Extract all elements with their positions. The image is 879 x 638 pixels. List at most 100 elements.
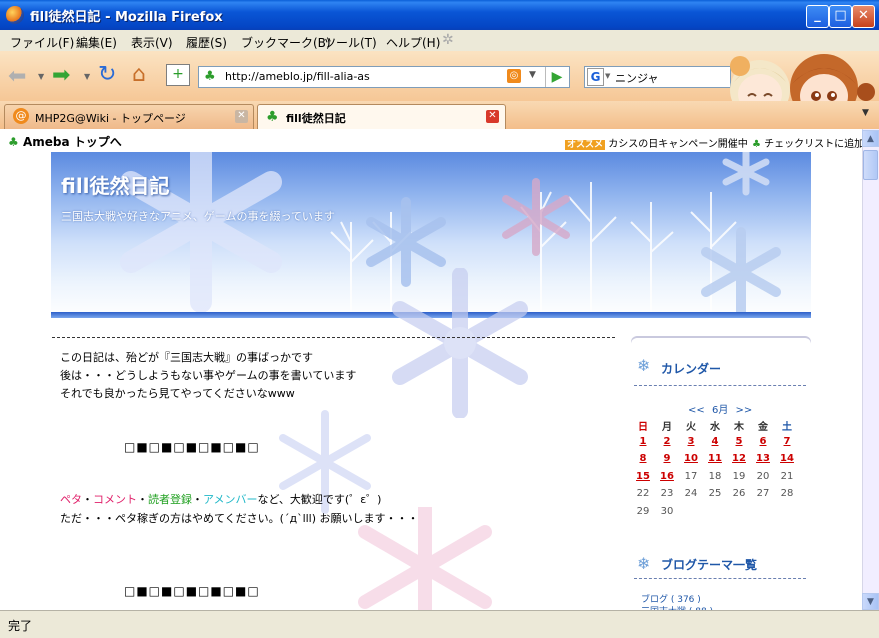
- search-input[interactable]: ニンジャ: [615, 70, 658, 86]
- go-button[interactable]: ▶: [545, 67, 568, 87]
- peta-link[interactable]: ペタ: [60, 493, 82, 506]
- calendar-day-link[interactable]: 12: [727, 453, 751, 464]
- weekday-header: 火: [686, 422, 696, 433]
- window-title-bar[interactable]: fill徒然日記 - Mozilla Firefox _ □ ✕: [0, 0, 879, 30]
- scroll-down-button[interactable]: ▼: [862, 593, 879, 610]
- calendar-day: 29: [636, 505, 650, 517]
- calendar-day: 30: [660, 505, 674, 517]
- status-bar: 完了: [0, 610, 879, 638]
- close-button[interactable]: ✕: [852, 5, 875, 28]
- theme-heading: ブログテーマ一覧: [661, 558, 758, 572]
- calendar-day: 25: [708, 488, 722, 499]
- tab-fill-blog[interactable]: ♣ fill徒然日記 ✕: [257, 104, 506, 130]
- window-title: fill徒然日記 - Mozilla Firefox: [30, 10, 223, 25]
- menu-tools[interactable]: ツール(T): [324, 34, 377, 51]
- calendar-day-link[interactable]: 15: [631, 471, 655, 482]
- url-text: http://ameblo.jp/fill-alia-as: [225, 70, 370, 83]
- calendar-day: 28: [780, 488, 794, 499]
- calendar-day: 17: [684, 470, 698, 482]
- weekday-header: 日: [638, 422, 648, 433]
- calendar-day-link[interactable]: 11: [703, 453, 727, 464]
- calendar-day: 26: [732, 488, 746, 499]
- ameba-header-bar: ♣ Ameba トップへ オススメ カシスの日キャンペーン開催中 ♣ チェックリ…: [0, 129, 866, 153]
- add-checklist-link[interactable]: ♣ チェックリストに追加: [752, 135, 864, 150]
- calendar-grid: 日月火水木金土 1 2 3 4 5 6 7 8 9 10 11 12 13 14 15 16 17 18 19 20 21…: [631, 418, 811, 528]
- search-engine-icon[interactable]: G: [587, 68, 604, 86]
- prev-month-link[interactable]: <<: [688, 405, 705, 416]
- calendar-day-link[interactable]: 3: [679, 436, 703, 447]
- intro-line-2: 後は・・・どうしようもない事やゲームの事を書いています: [60, 369, 357, 382]
- checklist-label: チェックリストに追加: [764, 139, 865, 150]
- scroll-up-button[interactable]: ▲: [862, 130, 879, 147]
- next-month-link[interactable]: >>: [736, 405, 753, 416]
- maximize-button[interactable]: □: [829, 5, 852, 28]
- calendar-day: 23: [660, 488, 674, 499]
- news-badge: オススメ: [565, 140, 606, 150]
- calendar-day-link[interactable]: 14: [775, 453, 799, 464]
- calendar-day-link[interactable]: 6: [751, 436, 775, 447]
- amember-link[interactable]: アメンバー: [203, 493, 257, 506]
- menu-history[interactable]: 履歴(S): [186, 34, 227, 51]
- intro-line-1: この日記は、殆どが『三国志大戦』の事ばっかです: [60, 351, 313, 364]
- square-divider: □■□■□■□■□■□: [124, 440, 260, 454]
- menu-bookmarks[interactable]: ブックマーク(B): [241, 34, 331, 51]
- tab-mhp2g-wiki[interactable]: @ MHP2G@Wiki - トップページ ✕: [4, 104, 254, 129]
- reload-icon[interactable]: ↻: [98, 62, 116, 87]
- weekday-header: 木: [734, 422, 744, 433]
- snowflake-decoration: [392, 268, 528, 418]
- menu-view[interactable]: 表示(V): [131, 34, 173, 51]
- tab-close-icon[interactable]: ✕: [235, 110, 248, 123]
- separator: ・: [82, 493, 93, 506]
- rss-feed-icon[interactable]: ◎: [507, 69, 521, 83]
- search-engine-dropdown-icon[interactable]: ▼: [605, 72, 610, 80]
- reader-register-link[interactable]: 読者登録: [148, 493, 192, 506]
- calendar-day: 21: [780, 470, 794, 482]
- search-bar[interactable]: G ▼ ニンジャ: [584, 66, 731, 88]
- weekday-header: 水: [710, 422, 720, 433]
- blog-subtitle: 三国志大戦や好きなアニメ、ゲームの事を綴っています: [61, 210, 335, 223]
- tab-label: fill徒然日記: [286, 112, 346, 125]
- ameba-favicon-icon: ♣: [266, 109, 279, 125]
- home-icon[interactable]: ⌂: [132, 62, 146, 87]
- menu-file[interactable]: ファイル(F): [10, 34, 74, 51]
- campaign-news[interactable]: オススメ カシスの日キャンペーン開催中: [565, 135, 748, 150]
- tab-close-icon[interactable]: ✕: [486, 110, 499, 123]
- calendar-day-link[interactable]: 8: [631, 453, 655, 464]
- separator: ・: [192, 493, 203, 506]
- vertical-scrollbar[interactable]: [862, 129, 879, 610]
- calendar-day-link[interactable]: 10: [679, 453, 703, 464]
- url-bar[interactable]: ♣ http://ameblo.jp/fill-alia-as ◎ ▼ ▶: [198, 66, 570, 88]
- ameba-logo-icon: ♣: [8, 135, 19, 149]
- back-dropdown-icon[interactable]: ▼: [38, 72, 44, 81]
- calendar-day-link[interactable]: 4: [703, 436, 727, 447]
- calendar-day-link[interactable]: 1: [631, 436, 655, 447]
- calendar-day: 24: [684, 488, 698, 499]
- calendar-day-link[interactable]: 5: [727, 436, 751, 447]
- snowflake-icon: ❄: [637, 356, 651, 375]
- tab-list-dropdown-icon[interactable]: ▼: [862, 108, 869, 118]
- calendar-day-link[interactable]: 9: [655, 453, 679, 464]
- forward-arrow-icon[interactable]: ➡: [52, 63, 70, 88]
- checklist-icon: ♣: [752, 139, 761, 150]
- scrollbar-thumb[interactable]: [863, 150, 878, 180]
- calendar-day-link[interactable]: 13: [751, 453, 775, 464]
- menu-edit[interactable]: 編集(E): [76, 34, 117, 51]
- news-text: カシスの日キャンペーン開催中: [608, 139, 748, 150]
- blog-title[interactable]: fill徒然日記: [61, 170, 170, 199]
- url-dropdown-icon[interactable]: ▼: [529, 70, 536, 80]
- minimize-button[interactable]: _: [806, 5, 829, 28]
- back-arrow-icon[interactable]: ⬅: [8, 64, 26, 89]
- new-page-icon[interactable]: +: [166, 64, 190, 86]
- calendar-day-link[interactable]: 2: [655, 436, 679, 447]
- content-divider: [52, 337, 615, 338]
- calendar-day: 22: [636, 488, 650, 499]
- current-month: 6月: [711, 405, 729, 416]
- calendar-day-link[interactable]: 7: [775, 436, 799, 447]
- calendar-day-link[interactable]: 16: [655, 471, 679, 482]
- comment-link[interactable]: コメント: [93, 493, 137, 506]
- separator: ・: [137, 493, 148, 506]
- ameba-top-link[interactable]: ♣ Ameba トップへ: [8, 133, 122, 150]
- forward-dropdown-icon[interactable]: ▼: [84, 72, 90, 81]
- menu-help[interactable]: ヘルプ(H): [386, 34, 440, 51]
- throbber-icon: ✲: [442, 32, 454, 48]
